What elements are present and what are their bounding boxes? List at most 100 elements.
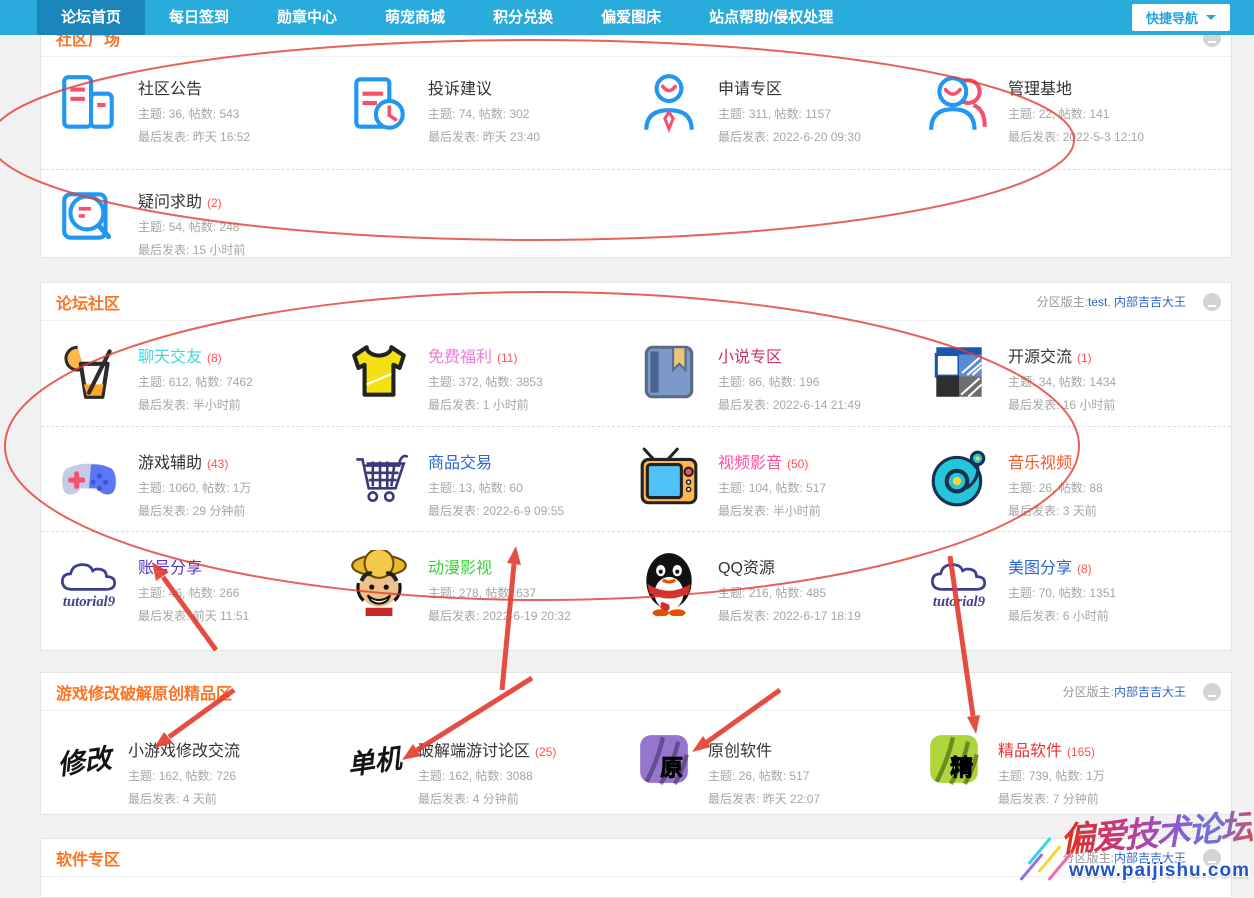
nav-item-6[interactable]: 站点帮助/侵权处理 <box>685 0 857 35</box>
gamepad-icon[interactable] <box>56 445 122 511</box>
forum-cell: 修改小游戏修改交流主题: 162, 帖数: 726最后发表: 4 天前 <box>56 733 346 807</box>
turntable-icon[interactable] <box>926 445 992 511</box>
calligraphy-danji-icon[interactable]: 单机 <box>346 733 402 785</box>
section-title: 游戏修改破解原创精品区 <box>56 680 232 704</box>
forum-link[interactable]: 管理基地 <box>1008 81 1072 98</box>
person-tie-icon[interactable] <box>636 71 702 137</box>
forum-link[interactable]: 音乐视频 <box>1008 455 1072 472</box>
search-doc-icon[interactable] <box>56 184 122 250</box>
forum-info: 商品交易主题: 13, 帖数: 60最后发表: 2022-6-9 09:55 <box>428 445 564 519</box>
forum-link[interactable]: 破解端游讨论区 <box>418 743 530 760</box>
forum-row: tutorial9账号分享主题: 46, 帖数: 266最后发表: 前天 11:… <box>41 531 1231 636</box>
badge-jing-icon[interactable]: 精 <box>926 733 982 785</box>
forum-info: 管理基地主题: 22, 帖数: 141最后发表: 2022-5-3 12:10 <box>1008 71 1144 145</box>
forum-last-post: 最后发表: 2022-6-20 09:30 <box>718 128 861 145</box>
forum-cell: 管理基地主题: 22, 帖数: 141最后发表: 2022-5-3 12:10 <box>926 71 1216 163</box>
last-post-time: 昨天 16:52 <box>193 130 250 144</box>
quick-nav-button[interactable]: 快捷导航 <box>1132 4 1230 31</box>
topics-label: 主题 <box>1008 481 1032 495</box>
posts-label: 帖数 <box>1059 375 1083 389</box>
last-post-time: 4 天前 <box>183 792 217 806</box>
forum-cell: 动漫影视主题: 278, 帖数: 637最后发表: 2022-6-19 20:3… <box>346 550 636 630</box>
posts-label: 帖数 <box>1059 586 1083 600</box>
tv-icon[interactable] <box>636 445 702 511</box>
nav-item-3[interactable]: 萌宠商城 <box>361 0 469 35</box>
moderator-link[interactable]: 内部吉吉大王 <box>1114 683 1186 700</box>
topics-count: 311 <box>749 107 768 121</box>
collapse-section-button[interactable] <box>1203 683 1221 701</box>
forum-link[interactable]: 美图分享 <box>1008 560 1072 577</box>
topics-count: 86 <box>749 375 762 389</box>
topics-count: 34 <box>1039 375 1052 389</box>
luffy-icon[interactable] <box>346 550 412 616</box>
forum-new-count: (1) <box>1077 351 1092 365</box>
moderator-label: 分区版主: <box>1037 293 1088 310</box>
last-post-label: 最后发表 <box>1008 609 1056 623</box>
calligraphy-xiugai-icon[interactable]: 修改 <box>56 733 112 785</box>
nav-item-1[interactable]: 每日签到 <box>145 0 253 35</box>
forum-link[interactable]: 账号分享 <box>138 560 202 577</box>
docs-icon[interactable] <box>56 71 122 137</box>
topics-count: 26 <box>1039 481 1052 495</box>
forum-link[interactable]: 商品交易 <box>428 455 492 472</box>
last-post-label: 最后发表 <box>1008 130 1056 144</box>
forum-last-post: 最后发表: 半小时前 <box>138 396 253 413</box>
forum-link[interactable]: 原创软件 <box>708 743 772 760</box>
moderator-link[interactable]: test <box>1088 295 1107 309</box>
topics-count: 162 <box>449 769 469 783</box>
posts-label: 帖数 <box>189 220 213 234</box>
forum-link[interactable]: 游戏辅助 <box>138 455 202 472</box>
last-post-label: 最后发表 <box>138 130 186 144</box>
forum-link[interactable]: 社区公告 <box>138 81 202 98</box>
forum-last-post: 最后发表: 2022-6-17 18:19 <box>718 607 861 624</box>
juice-drink-icon[interactable] <box>56 339 122 405</box>
two-persons-icon[interactable] <box>926 71 992 137</box>
forum-link[interactable]: 动漫影视 <box>428 560 492 577</box>
book-icon[interactable] <box>636 339 702 405</box>
forum-link[interactable]: 申请专区 <box>718 81 782 98</box>
nav-item-0[interactable]: 论坛首页 <box>37 0 145 35</box>
forum-link[interactable]: 小说专区 <box>718 349 782 366</box>
nav-item-4[interactable]: 积分兑换 <box>469 0 577 35</box>
nav-item-5[interactable]: 偏爱图床 <box>577 0 685 35</box>
forum-link[interactable]: 免费福利 <box>428 349 492 366</box>
forum-link[interactable]: 小游戏修改交流 <box>128 743 240 760</box>
topics-label: 主题 <box>998 769 1022 783</box>
forum-link[interactable]: QQ资源 <box>718 560 775 577</box>
forum-new-count: (11) <box>497 351 517 365</box>
forum-link[interactable]: 聊天交友 <box>138 349 202 366</box>
forum-info: 原创软件主题: 26, 帖数: 517最后发表: 昨天 22:07 <box>708 733 820 807</box>
forum-link[interactable]: 疑问求助 <box>138 194 202 211</box>
last-post-time: 2022-6-20 09:30 <box>773 130 861 144</box>
last-post-label: 最后发表 <box>998 792 1046 806</box>
forum-link[interactable]: 开源交流 <box>1008 349 1072 366</box>
forum-cell: 视频影音(50)主题: 104, 帖数: 517最后发表: 半小时前 <box>636 445 926 525</box>
cloud-tutorial9-icon[interactable]: tutorial9 <box>56 550 122 616</box>
nav-item-2[interactable]: 勋章中心 <box>253 0 361 35</box>
moderator-link[interactable]: 内部吉吉大王 <box>1114 293 1186 310</box>
cart-icon[interactable] <box>346 445 412 511</box>
last-post-label: 最后发表 <box>718 130 766 144</box>
forum-last-post: 最后发表: 半小时前 <box>718 502 826 519</box>
doc-clock-icon[interactable] <box>346 71 412 137</box>
forum-cell: 精精品软件(165)主题: 739, 帖数: 1万最后发表: 7 分钟前 <box>926 733 1216 807</box>
posts-label: 帖数 <box>202 481 226 495</box>
topics-label: 主题 <box>428 375 452 389</box>
posts-count: 141 <box>1089 107 1109 121</box>
forum-stats: 主题: 74, 帖数: 302 <box>428 105 540 122</box>
posts-label: 帖数 <box>195 375 219 389</box>
tshirt-icon[interactable] <box>346 339 412 405</box>
collapse-section-button[interactable] <box>1203 293 1221 311</box>
forum-link[interactable]: 投诉建议 <box>428 81 492 98</box>
posts-count: 88 <box>1089 481 1102 495</box>
forum-cell: tutorial9账号分享主题: 46, 帖数: 266最后发表: 前天 11:… <box>56 550 346 630</box>
forum-info: 账号分享主题: 46, 帖数: 266最后发表: 前天 11:51 <box>138 550 249 624</box>
forum-link[interactable]: 视频影音 <box>718 455 782 472</box>
posts-count: 3088 <box>506 769 533 783</box>
badge-yuan-icon[interactable]: 原 <box>636 733 692 785</box>
forum-link[interactable]: 精品软件 <box>998 743 1062 760</box>
last-post-label: 最后发表 <box>418 792 466 806</box>
sketch-blocks-icon[interactable] <box>926 339 992 405</box>
qq-penguin-icon[interactable] <box>636 550 702 616</box>
cloud-tutorial9-icon[interactable]: tutorial9 <box>926 550 992 616</box>
